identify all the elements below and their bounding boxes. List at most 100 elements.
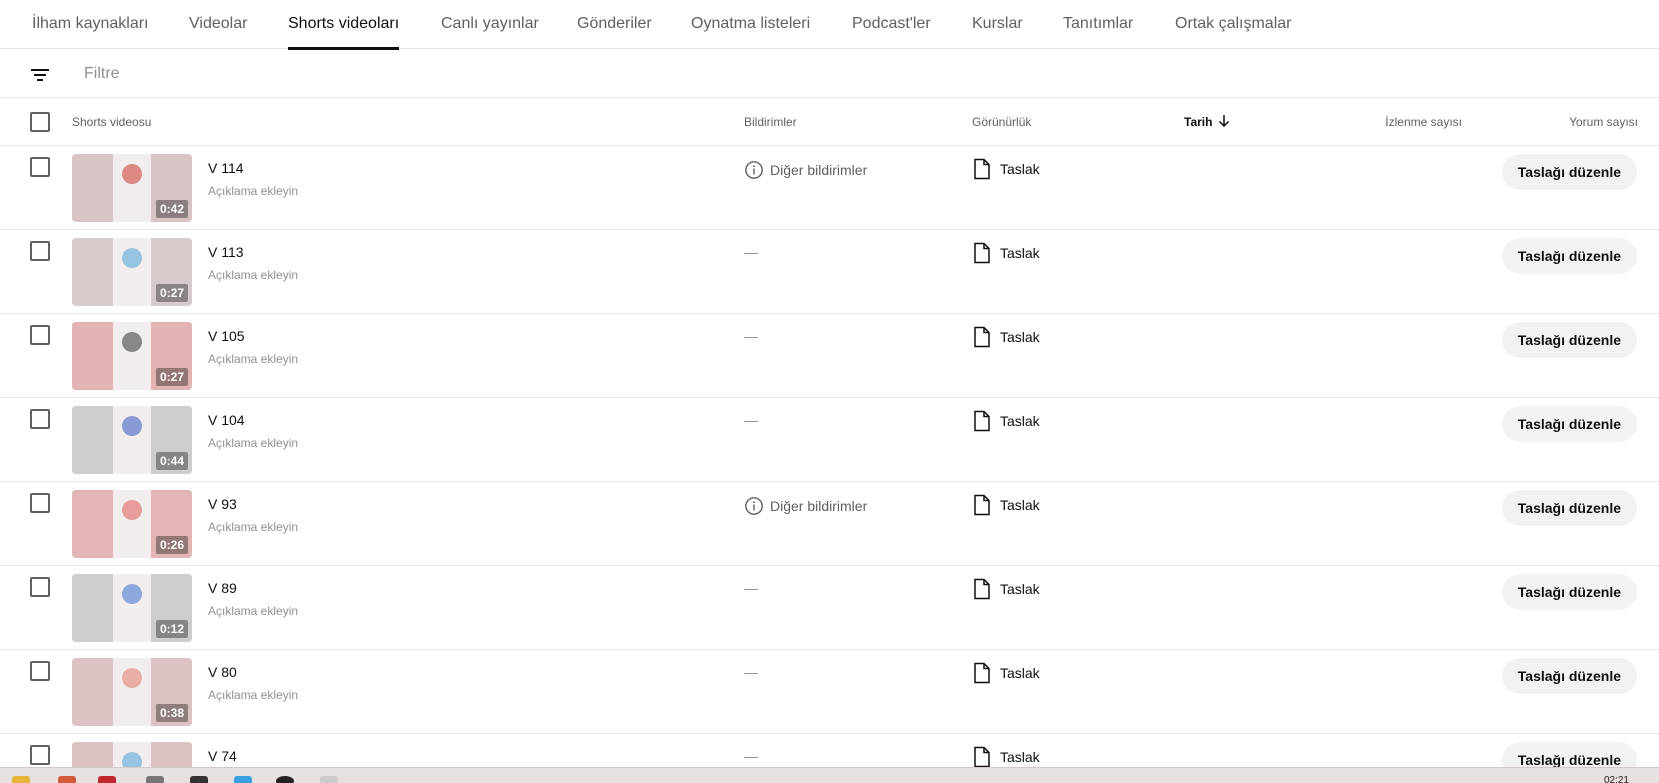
app-icon[interactable] (98, 776, 116, 783)
table-row: 0:38 V 80 Açıklama ekleyin — Taslak Tasl… (0, 650, 1659, 734)
video-title[interactable]: V 113 (208, 244, 244, 260)
tab-courses[interactable]: Kurslar (972, 0, 1023, 49)
filter-input[interactable] (72, 58, 672, 90)
visibility-cell: Taslak (972, 242, 1040, 264)
row-checkbox[interactable] (30, 493, 50, 513)
tab-videos[interactable]: Videolar (189, 0, 247, 49)
table-row: 0:26 V 93 Açıklama ekleyin Diğer bildiri… (0, 482, 1659, 566)
video-description[interactable]: Açıklama ekleyin (208, 352, 298, 366)
notices-cell: — (744, 664, 758, 680)
video-title[interactable]: V 74 (208, 748, 237, 764)
app-icon[interactable] (320, 776, 338, 783)
column-header-video: Shorts videosu (72, 115, 152, 129)
video-title[interactable]: V 89 (208, 580, 237, 596)
video-thumbnail[interactable]: 0:42 (72, 154, 192, 222)
edit-draft-button[interactable]: Taslağı düzenle (1501, 574, 1637, 610)
video-thumbnail[interactable]: 0:27 (72, 322, 192, 390)
folder-icon[interactable] (12, 776, 30, 783)
video-description[interactable]: Açıklama ekleyin (208, 688, 298, 702)
visibility-cell: Taslak (972, 578, 1040, 600)
video-thumbnail[interactable]: 0:38 (72, 658, 192, 726)
table-row: 0:27 V 113 Açıklama ekleyin — Taslak Tas… (0, 230, 1659, 314)
column-header-views: İzlenme sayısı (1385, 115, 1462, 129)
video-thumbnail[interactable]: 0:26 (72, 490, 192, 558)
draft-document-icon (974, 410, 990, 432)
channel-content-tabs: İlham kaynakları Videolar Shorts videola… (0, 0, 1659, 50)
tab-promotions[interactable]: Tanıtımlar (1063, 0, 1133, 49)
video-description[interactable]: Açıklama ekleyin (208, 520, 298, 534)
video-title[interactable]: V 93 (208, 496, 237, 512)
video-description[interactable]: Açıklama ekleyin (208, 184, 298, 198)
tab-playlists[interactable]: Oynatma listeleri (691, 0, 810, 49)
video-duration: 0:27 (155, 284, 188, 302)
row-checkbox[interactable] (30, 157, 50, 177)
tab-podcasts[interactable]: Podcast'ler (852, 0, 931, 49)
taskbar-clock[interactable]: 02:21 (1604, 775, 1629, 783)
video-thumbnail[interactable]: 0:44 (72, 406, 192, 474)
edit-draft-button[interactable]: Taslağı düzenle (1501, 490, 1637, 526)
video-description[interactable]: Açıklama ekleyin (208, 268, 298, 282)
video-title[interactable]: V 80 (208, 664, 237, 680)
notices-cell: — (744, 412, 758, 428)
column-header-visibility: Görünürlük (972, 115, 1032, 129)
row-checkbox[interactable] (30, 325, 50, 345)
row-checkbox[interactable] (30, 409, 50, 429)
draft-document-icon (974, 158, 990, 180)
video-description[interactable]: Açıklama ekleyin (208, 436, 298, 450)
table-row: 0:27 V 105 Açıklama ekleyin — Taslak Tas… (0, 314, 1659, 398)
visibility-label: Taslak (1000, 413, 1040, 429)
filter-icon[interactable] (28, 63, 52, 87)
notices-cell: — (744, 748, 758, 764)
edit-draft-button[interactable]: Taslağı düzenle (1501, 322, 1637, 358)
edit-draft-button[interactable]: Taslağı düzenle (1501, 154, 1637, 190)
app-icon[interactable] (276, 776, 294, 783)
visibility-label: Taslak (1000, 329, 1040, 345)
os-taskbar: 02:21 (0, 767, 1659, 783)
video-thumbnail[interactable]: 0:12 (72, 574, 192, 642)
row-checkbox[interactable] (30, 241, 50, 261)
table-row: 0:12 V 89 Açıklama ekleyin — Taslak Tasl… (0, 566, 1659, 650)
app-icon[interactable] (234, 776, 252, 783)
video-duration: 0:42 (155, 200, 188, 218)
draft-document-icon (974, 662, 990, 684)
video-description[interactable]: Açıklama ekleyin (208, 604, 298, 618)
notices-cell[interactable]: Diğer bildirimler (744, 496, 867, 516)
video-title[interactable]: V 105 (208, 328, 245, 344)
visibility-cell: Taslak (972, 158, 1040, 180)
column-header-date[interactable]: Tarih (1184, 98, 1232, 146)
info-icon (745, 160, 763, 179)
tab-collaborations[interactable]: Ortak çalışmalar (1175, 0, 1291, 49)
filter-bar (0, 49, 1659, 98)
tab-inspiration[interactable]: İlham kaynakları (32, 0, 149, 49)
video-thumbnail[interactable]: 0:27 (72, 238, 192, 306)
row-checkbox[interactable] (30, 577, 50, 597)
table-row: 0:44 V 104 Açıklama ekleyin — Taslak Tas… (0, 398, 1659, 482)
tab-posts[interactable]: Gönderiler (577, 0, 652, 49)
row-checkbox[interactable] (30, 661, 50, 681)
video-title[interactable]: V 114 (208, 160, 244, 176)
row-checkbox[interactable] (30, 745, 50, 765)
tab-shorts[interactable]: Shorts videoları (288, 0, 400, 50)
select-all-checkbox[interactable] (30, 112, 50, 132)
visibility-cell: Taslak (972, 326, 1040, 348)
draft-document-icon (974, 494, 990, 516)
app-icon[interactable] (190, 776, 208, 783)
visibility-cell: Taslak (972, 662, 1040, 684)
visibility-label: Taslak (1000, 749, 1040, 765)
edit-draft-button[interactable]: Taslağı düzenle (1501, 406, 1637, 442)
column-header-comments: Yorum sayısı (1569, 115, 1638, 129)
draft-document-icon (974, 326, 990, 348)
app-icon[interactable] (146, 776, 164, 783)
edit-draft-button[interactable]: Taslağı düzenle (1501, 238, 1637, 274)
video-title[interactable]: V 104 (208, 412, 245, 428)
draft-document-icon (974, 578, 990, 600)
video-duration: 0:38 (155, 704, 188, 722)
visibility-label: Taslak (1000, 161, 1040, 177)
column-header-date-label: Tarih (1184, 115, 1213, 129)
notices-cell: — (744, 328, 758, 344)
info-icon (745, 496, 763, 515)
notices-cell[interactable]: Diğer bildirimler (744, 160, 867, 180)
app-icon[interactable] (58, 776, 76, 783)
edit-draft-button[interactable]: Taslağı düzenle (1501, 658, 1637, 694)
tab-live[interactable]: Canlı yayınlar (441, 0, 539, 49)
